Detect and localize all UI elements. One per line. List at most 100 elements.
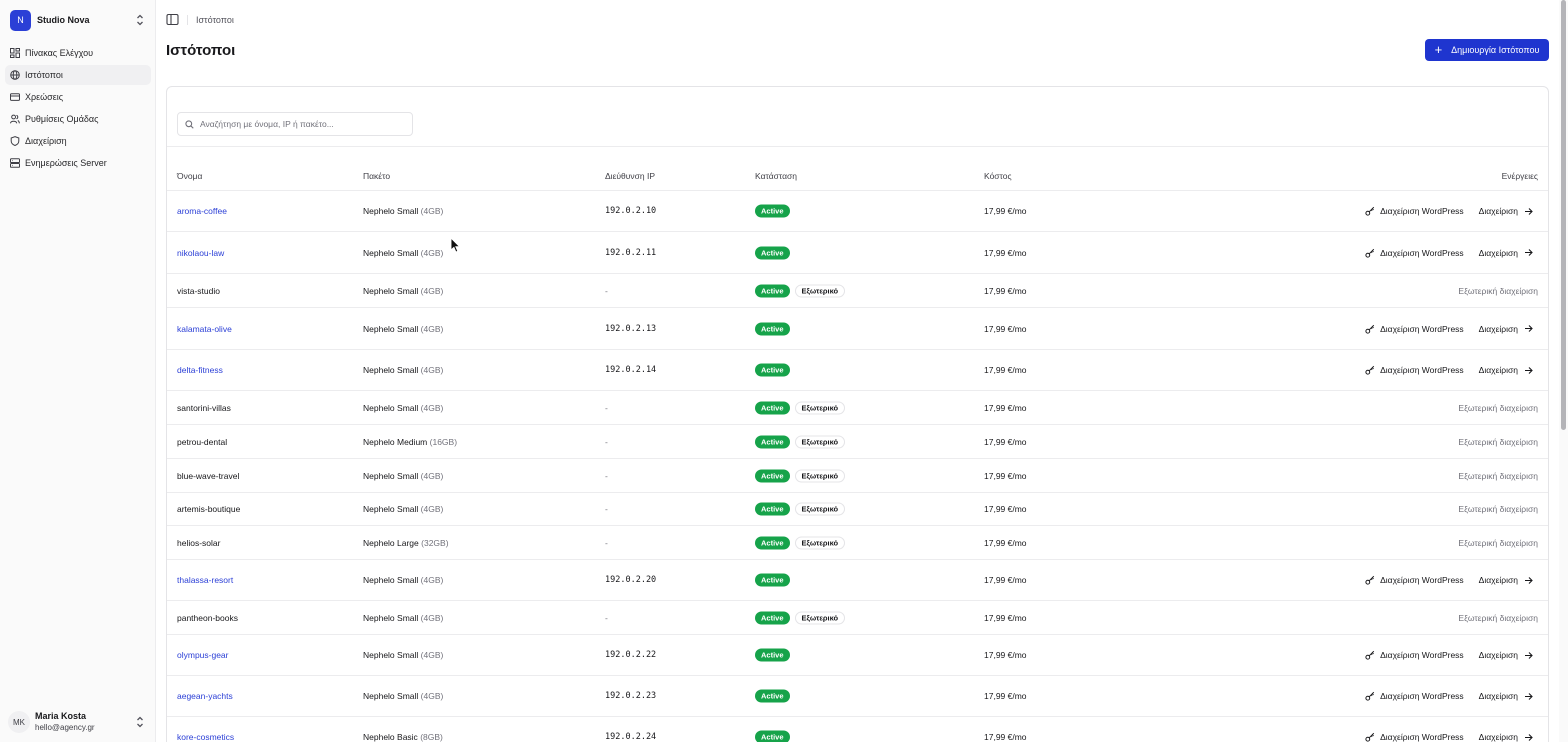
site-cost: 17,99 €/mo: [984, 402, 1027, 413]
arrow-right-icon: [1525, 651, 1533, 659]
site-actions: Διαχείριση WordPress Διαχείριση: [1365, 206, 1538, 216]
key-icon: [1365, 732, 1375, 742]
column-header-name[interactable]: Όνομα: [177, 171, 202, 181]
manage-wordpress-label: Διαχείριση WordPress: [1380, 650, 1464, 660]
manage-wordpress-button[interactable]: Διαχείριση WordPress: [1365, 650, 1464, 660]
user-name: Maria Kosta: [35, 711, 87, 721]
site-name-link[interactable]: kore-cosmetics: [177, 732, 234, 742]
dashboard-icon: [10, 48, 20, 58]
search-input[interactable]: [200, 119, 405, 129]
site-status: Active Εξωτερικό: [755, 435, 846, 448]
column-header-package[interactable]: Πακέτο: [363, 171, 390, 181]
package-memory: (4GB): [420, 575, 444, 585]
site-package: Nephelo Small (4GB): [363, 691, 443, 701]
manage-site-button[interactable]: Διαχείριση: [1479, 691, 1533, 701]
sidebar-item-management[interactable]: Διαχείριση: [5, 131, 151, 151]
sidebar-item-label: Χρεώσεις: [25, 92, 64, 102]
status-badge: Active: [755, 573, 790, 587]
sidebar-item-dashboard[interactable]: Πίνακας Ελέγχου: [5, 43, 151, 63]
package-memory: (4GB): [420, 612, 444, 623]
sidebar-item-server-updates[interactable]: Ενημερώσεις Server: [5, 153, 151, 173]
package-memory: (4GB): [420, 470, 444, 481]
arrow-right-icon: [1525, 576, 1533, 584]
chevrons-up-down-icon: [137, 14, 143, 26]
manage-wordpress-button[interactable]: Διαχείριση WordPress: [1365, 248, 1464, 258]
site-status: Active Εξωτερικό: [755, 401, 846, 414]
search-icon: [185, 119, 194, 129]
package-memory: (8GB): [420, 732, 443, 742]
package-plan: Nephelo Small: [363, 285, 419, 296]
site-status: Active Εξωτερικό: [755, 284, 846, 297]
avatar: MK: [8, 711, 30, 733]
site-cost: 17,99 €/mo: [984, 575, 1027, 585]
manage-site-label: Διαχείριση: [1478, 575, 1518, 585]
site-name-link[interactable]: aegean-yachts: [177, 691, 233, 701]
manage-site-button[interactable]: Διαχείριση: [1479, 650, 1533, 660]
site-actions: Εξωτερική διαχείριση: [1458, 437, 1538, 447]
site-status: Active: [755, 573, 790, 587]
sidebar-item-websites[interactable]: Ιστότοποι: [5, 65, 151, 85]
sidebar-toggle-icon[interactable]: [166, 13, 179, 26]
status-badge: Active: [755, 730, 790, 742]
search-box[interactable]: [177, 112, 413, 136]
site-status: Active Εξωτερικό: [755, 536, 846, 549]
manage-site-button[interactable]: Διαχείριση: [1479, 206, 1533, 216]
site-cost: 17,99 €/mo: [984, 247, 1027, 258]
site-name-link[interactable]: thalassa-resort: [177, 575, 233, 585]
users-icon: [10, 114, 20, 124]
manage-wordpress-button[interactable]: Διαχείριση WordPress: [1365, 365, 1464, 375]
column-header-cost[interactable]: Κόστος: [984, 171, 1012, 181]
table-row: aegean-yachts Nephelo Small (4GB) 192.0.2.…: [167, 676, 1548, 717]
table-row: santorini-villas Nephelo Small (4GB) - Acti…: [167, 391, 1548, 425]
manage-wordpress-button[interactable]: Διαχείριση WordPress: [1365, 206, 1464, 216]
external-badge: Εξωτερικό: [794, 401, 846, 414]
manage-wordpress-button[interactable]: Διαχείριση WordPress: [1365, 691, 1464, 701]
package-plan: Nephelo Small: [363, 247, 419, 258]
manage-site-button[interactable]: Διαχείριση: [1479, 324, 1533, 334]
manage-site-button[interactable]: Διαχείριση: [1479, 248, 1533, 258]
manage-site-button[interactable]: Διαχείριση: [1479, 365, 1533, 375]
site-status: Active: [755, 730, 790, 742]
key-icon: [1365, 691, 1375, 701]
sidebar: N Studio Nova Πίνακας Ελέγχου Ιστότοποι …: [0, 0, 156, 742]
sidebar-item-billing[interactable]: Χρεώσεις: [5, 87, 151, 107]
manage-site-button[interactable]: Διαχείριση: [1479, 575, 1533, 585]
site-name-link[interactable]: olympus-gear: [177, 650, 229, 660]
scrollbar-thumb[interactable]: [1561, 0, 1566, 430]
site-name: santorini-villas: [177, 402, 231, 413]
mouse-cursor-icon: [450, 237, 461, 253]
site-actions: Εξωτερική διαχείριση: [1458, 403, 1538, 413]
package-plan: Nephelo Small: [363, 650, 419, 660]
manage-wordpress-button[interactable]: Διαχείριση WordPress: [1365, 732, 1464, 742]
site-actions: Διαχείριση WordPress Διαχείριση: [1365, 650, 1538, 660]
site-name: pantheon-books: [177, 612, 238, 623]
site-name-link[interactable]: delta-fitness: [177, 365, 223, 375]
sidebar-item-team-settings[interactable]: Ρυθμίσεις Ομάδας: [5, 109, 151, 129]
package-plan: Nephelo Small: [363, 470, 419, 481]
key-icon: [1365, 206, 1375, 216]
arrow-right-icon: [1525, 207, 1533, 215]
manage-wordpress-label: Διαχείριση WordPress: [1380, 732, 1464, 742]
status-badge: Active: [755, 401, 790, 414]
manage-wordpress-button[interactable]: Διαχείριση WordPress: [1365, 575, 1464, 585]
site-name-link[interactable]: aroma-coffee: [177, 206, 227, 216]
site-cost: 17,99 €/mo: [984, 323, 1027, 334]
sidebar-item-label: Διαχείριση: [25, 136, 67, 146]
org-switcher[interactable]: N Studio Nova: [7, 8, 149, 32]
breadcrumb[interactable]: Ιστότοποι: [196, 15, 234, 25]
site-actions: Διαχείριση WordPress Διαχείριση: [1365, 324, 1538, 334]
site-status: Active: [755, 648, 790, 662]
site-package: Nephelo Small (4GB): [363, 206, 443, 216]
external-badge: Εξωτερικό: [794, 469, 846, 482]
org-name: Studio Nova: [37, 15, 90, 25]
site-package: Nephelo Small (4GB): [363, 650, 443, 660]
table-row: artemis-boutique Nephelo Small (4GB) - Acti…: [167, 493, 1548, 526]
create-website-button[interactable]: + Δημιουργία Ιστότοπου: [1425, 39, 1549, 61]
column-header-status[interactable]: Κατάσταση: [755, 171, 797, 181]
column-header-ip[interactable]: Διεύθυνση IP: [605, 171, 655, 181]
manage-wordpress-button[interactable]: Διαχείριση WordPress: [1365, 324, 1464, 334]
site-name-link[interactable]: kalamata-olive: [177, 324, 232, 334]
user-menu[interactable]: MK Maria Kosta hello@agency.gr: [7, 708, 149, 736]
manage-site-button[interactable]: Διαχείριση: [1479, 732, 1533, 742]
site-name-link[interactable]: nikolaou-law: [177, 248, 224, 258]
